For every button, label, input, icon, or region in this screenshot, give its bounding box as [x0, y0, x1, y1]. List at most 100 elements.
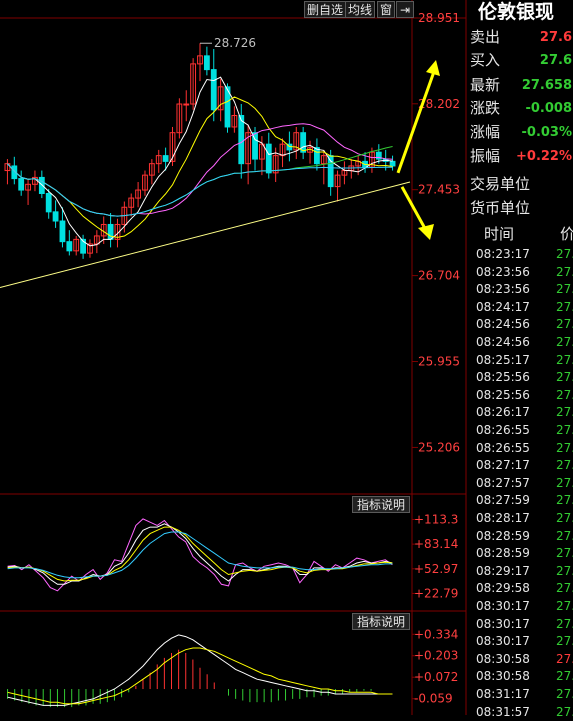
tick-time: 08:25:56 [476, 387, 530, 402]
tick-row: 08:24:17 27. [468, 298, 573, 316]
tick-time: 08:30:17 [476, 616, 530, 631]
tick-price: 27. [556, 475, 573, 490]
price-axis-label: 28.951 [418, 11, 460, 25]
candle-body [52, 211, 59, 222]
tick-time: 08:28:17 [476, 511, 530, 525]
tick-time: 08:31:57 [476, 704, 530, 719]
tick-price: 27. [556, 282, 573, 297]
tick-price: 27. [556, 423, 573, 437]
indicator-help-button-2[interactable]: 指标说明 [352, 613, 411, 630]
tick-time: 08:25:56 [476, 370, 530, 385]
tick-row: 08:30:58 27. [468, 667, 573, 685]
tick-time: 08:30:17 [476, 599, 530, 613]
quote-value: 27.6 [539, 30, 572, 45]
tick-row: 08:29:58 27. [468, 579, 573, 597]
tick-price: 27. [556, 458, 573, 473]
collapse-arrow-icon[interactable]: ⇥ [396, 1, 414, 18]
tick-row: 08:24:56 27. [468, 315, 573, 333]
quote-value: 27.658 [521, 78, 572, 93]
tick-price: 27. [556, 440, 573, 455]
macd-axis-label: +0.072 [414, 670, 458, 684]
tick-price: 27. [556, 317, 573, 332]
tick-row: 08:28:59 27. [468, 527, 573, 545]
tick-time: 08:25:17 [476, 352, 530, 367]
tick-time: 08:27:17 [476, 458, 530, 473]
tick-time: 08:28:59 [476, 528, 530, 543]
candle-body [210, 69, 217, 111]
tick-price: 27. [556, 546, 573, 561]
macd-axis-label: -0.059 [414, 692, 453, 706]
ma10-line [7, 96, 393, 238]
tick-time: 08:27:57 [476, 475, 530, 490]
quote-row: 振幅 +0.22% [468, 145, 573, 168]
tick-price: 27. [556, 511, 573, 525]
tick-time: 08:30:17 [476, 634, 530, 649]
tick-time: 08:24:17 [476, 299, 530, 314]
candle-body [66, 241, 73, 252]
tick-time: 08:23:17 [476, 247, 530, 261]
tick-row: 08:24:56 27. [468, 333, 573, 351]
candle-body [45, 192, 52, 213]
osc-line-2 [7, 526, 393, 582]
candle-body [107, 223, 114, 240]
tick-time: 08:29:17 [476, 563, 530, 578]
osc-axis-label: +113.3 [414, 512, 458, 526]
tick-time: 08:30:58 [476, 651, 530, 666]
tick-price: 27. [556, 370, 573, 385]
tick-time: 08:26:55 [476, 440, 530, 455]
quote-value: -0.03% [521, 125, 573, 140]
candle-body [162, 155, 169, 162]
quote-label: 涨幅 [470, 123, 501, 141]
tick-row: 08:28:59 27. [468, 544, 573, 562]
tick-price: 27. [556, 651, 573, 666]
delete-favorite-button[interactable]: 删自选 [304, 1, 347, 18]
tick-row: 08:27:59 27. [468, 491, 573, 509]
tick-time: 08:23:56 [476, 282, 530, 297]
candle-body [389, 160, 396, 167]
tick-price: 27. [556, 387, 573, 402]
indicator-help-button-1[interactable]: 指标说明 [352, 496, 411, 513]
quote-label: 涨跌 [470, 99, 501, 117]
tick-price: 27. [556, 493, 573, 508]
tick-row: 08:31:17 27. [468, 685, 573, 703]
candle-body [238, 114, 245, 165]
macd-axis-label: +0.203 [414, 649, 458, 663]
macd-axis-label: +0.334 [414, 627, 458, 641]
tick-price: 27. [556, 405, 573, 420]
moving-average-button[interactable]: 均线 [345, 1, 376, 18]
candle-body [314, 147, 320, 165]
osc-line-1 [7, 523, 393, 585]
ticks-header-price: 价 [560, 225, 573, 243]
window-button[interactable]: 窗 [377, 1, 396, 18]
tick-row: 08:25:56 27. [468, 368, 573, 386]
tick-row: 08:26:55 27. [468, 439, 573, 457]
tick-row: 08:28:17 27. [468, 509, 573, 527]
candle-body [183, 103, 190, 106]
price-axis-label: 27.453 [418, 183, 460, 197]
osc-axis-label: +52.97 [414, 562, 458, 576]
tick-row: 08:30:58 27. [468, 650, 573, 668]
tick-price: 27. [556, 687, 573, 701]
osc-axis-label: +22.79 [414, 586, 458, 600]
tick-price: 27. [556, 616, 573, 631]
candle-body [203, 55, 210, 71]
price-axis-label: 26.704 [418, 269, 460, 283]
quote-label: 振幅 [470, 147, 501, 165]
quote-label: 卖出 [470, 28, 501, 46]
ma120-line [7, 163, 393, 217]
tick-time: 08:29:58 [476, 581, 530, 596]
tick-time: 08:27:59 [476, 493, 530, 508]
osc-line-3 [7, 531, 393, 579]
quote-label: 最新 [470, 76, 501, 94]
osc-axis-label: +83.14 [414, 537, 458, 551]
quote-value: 27.6 [539, 53, 572, 68]
tick-price: 27. [556, 352, 573, 367]
candle-body [18, 178, 25, 191]
tick-time: 08:30:58 [476, 669, 530, 684]
tick-row: 08:27:17 27. [468, 456, 573, 474]
tick-row: 08:30:17 27. [468, 615, 573, 633]
quote-row: 最新 27.658 [468, 74, 573, 97]
quote-row: 卖出 27.6 [468, 26, 573, 49]
candle-body [59, 220, 66, 243]
tick-time: 08:24:56 [476, 317, 530, 332]
